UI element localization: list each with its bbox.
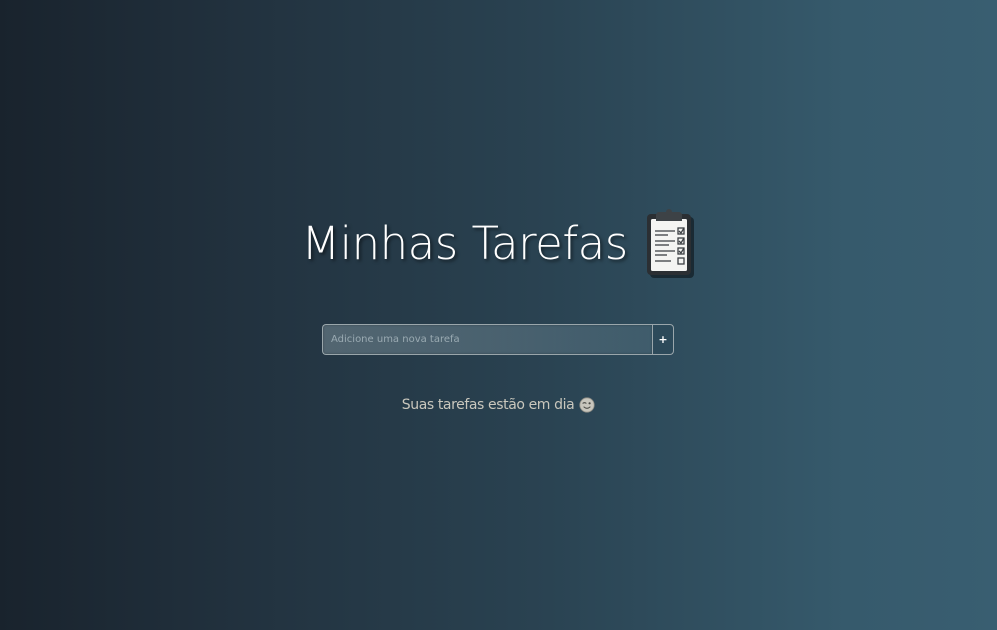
add-task-form: + <box>322 324 674 355</box>
status-text: Suas tarefas estão em dia <box>401 397 575 413</box>
clipboard-icon <box>644 208 696 280</box>
header: Minhas Tarefas <box>0 206 997 282</box>
page-title: Minhas Tarefas <box>301 217 628 270</box>
status-message: Suas tarefas estão em dia <box>0 393 997 417</box>
add-task-button[interactable]: + <box>652 324 674 355</box>
winking-face-icon <box>574 397 595 413</box>
app-container: Minhas Tarefas Adicione uma nova tarefa … <box>0 0 997 630</box>
new-task-input[interactable] <box>322 324 652 355</box>
